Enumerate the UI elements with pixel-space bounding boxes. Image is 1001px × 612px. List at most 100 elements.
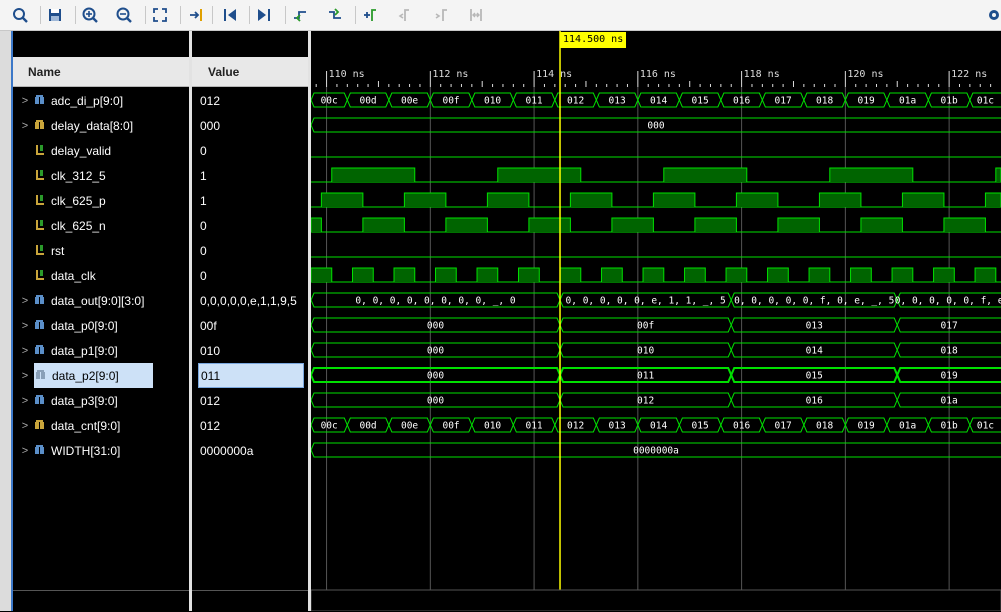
bus-value-label: 010 bbox=[484, 421, 501, 432]
signal-value[interactable]: 0000000a bbox=[200, 438, 306, 463]
save-button[interactable] bbox=[44, 4, 66, 26]
clock-high-pulse bbox=[809, 268, 830, 282]
bus-signal-icon bbox=[34, 95, 47, 106]
signal-name-row[interactable]: clk_625_p bbox=[20, 188, 185, 213]
expand-chevron-icon[interactable]: > bbox=[20, 395, 30, 407]
next-marker-button[interactable] bbox=[430, 4, 452, 26]
go-to-end-button[interactable] bbox=[253, 4, 275, 26]
search-button[interactable] bbox=[9, 4, 31, 26]
next-transition-button[interactable] bbox=[324, 4, 346, 26]
signal-value[interactable]: 1 bbox=[200, 188, 306, 213]
clock-high-pulse bbox=[736, 193, 778, 207]
waveform-canvas[interactable]: 110 ns 112 ns 114 ns 116 ns 118 ns 120 ns 122 … bbox=[311, 31, 1001, 611]
clock-high-pulse bbox=[570, 193, 612, 207]
bus-value-label: 000 bbox=[427, 396, 444, 407]
expand-chevron-icon[interactable]: > bbox=[20, 320, 30, 332]
wire-signal-icon bbox=[34, 195, 47, 206]
previous-marker-button[interactable] bbox=[395, 4, 417, 26]
signal-name-row[interactable]: > data_cnt[9:0] bbox=[20, 413, 185, 438]
signal-name-row[interactable]: > data_p2[9:0] bbox=[20, 363, 153, 388]
clock-high-pulse bbox=[611, 218, 654, 232]
toolbar-separator bbox=[355, 6, 356, 24]
clock-high-pulse bbox=[975, 268, 996, 282]
go-to-start-button[interactable] bbox=[219, 4, 241, 26]
waveform-scrollbar[interactable] bbox=[311, 589, 1001, 611]
signal-name-row[interactable]: clk_625_n bbox=[20, 213, 185, 238]
signal-value[interactable]: 012 bbox=[200, 88, 306, 113]
expand-chevron-icon[interactable]: > bbox=[20, 370, 30, 382]
expand-chevron-icon[interactable]: > bbox=[20, 95, 30, 107]
signal-value[interactable]: 0 bbox=[200, 138, 306, 163]
signal-value[interactable]: 00f bbox=[200, 313, 306, 338]
toolbar bbox=[0, 0, 1001, 31]
value-column-header[interactable]: Value bbox=[192, 57, 308, 87]
previous-transition-button[interactable] bbox=[289, 4, 311, 26]
signal-name: data_p3[9:0] bbox=[51, 393, 118, 408]
signal-value[interactable]: 011 bbox=[198, 363, 304, 388]
signal-name-row[interactable]: data_clk bbox=[20, 263, 185, 288]
ruler-tick-label: 110 ns bbox=[329, 69, 365, 80]
signal-name-row[interactable]: delay_valid bbox=[20, 138, 185, 163]
add-marker-button[interactable] bbox=[359, 4, 381, 26]
clock-high-pulse bbox=[404, 193, 446, 207]
settings-icon bbox=[989, 10, 999, 20]
waveform-trace[interactable] bbox=[311, 267, 1001, 283]
waveform-trace[interactable]: 0, 0, 0, 0, 0, 0, 0, 0, _, 0 0, 0, 0, 0, … bbox=[311, 292, 1001, 308]
signal-name-row[interactable]: clk_312_5 bbox=[20, 163, 185, 188]
expand-chevron-icon[interactable]: > bbox=[20, 420, 30, 432]
bus-value-label: 013 bbox=[609, 96, 626, 107]
ruler-tick-label: 114 ns bbox=[536, 69, 572, 80]
signal-name-row[interactable]: rst bbox=[20, 238, 185, 263]
zoom-in-button[interactable] bbox=[79, 4, 101, 26]
go-to-end-icon bbox=[258, 9, 270, 21]
clock-high-pulse bbox=[518, 268, 540, 282]
zoom-fit-button[interactable] bbox=[149, 4, 171, 26]
selected-highlight: data_p2[9:0] bbox=[34, 363, 153, 388]
bus-value-label: 00d bbox=[359, 96, 376, 107]
signal-value[interactable]: 0 bbox=[200, 238, 306, 263]
signal-name-row[interactable]: > adc_di_p[9:0] bbox=[20, 88, 185, 113]
swap-cursors-button[interactable] bbox=[465, 4, 487, 26]
signal-name-row[interactable]: > delay_data[8:0] bbox=[20, 113, 185, 138]
expand-chevron-icon[interactable]: > bbox=[20, 295, 30, 307]
signal-name-row[interactable]: > data_p0[9:0] bbox=[20, 313, 185, 338]
signal-value[interactable]: 0 bbox=[200, 213, 306, 238]
bus-signal-icon bbox=[34, 120, 47, 131]
name-column-header[interactable]: Name bbox=[13, 57, 189, 87]
bus-value-label: 015 bbox=[692, 421, 709, 432]
bus-value-label: 017 bbox=[775, 96, 792, 107]
signal-name-row[interactable]: > data_out[9:0][3:0] bbox=[20, 288, 185, 313]
signal-name: delay_valid bbox=[51, 143, 112, 158]
expand-chevron-icon[interactable]: > bbox=[20, 120, 30, 132]
wire-signal-icon bbox=[34, 270, 47, 281]
signal-value[interactable]: 012 bbox=[200, 388, 306, 413]
signal-value[interactable]: 000 bbox=[200, 113, 306, 138]
signal-name-row[interactable]: > WIDTH[31:0] bbox=[20, 438, 185, 463]
clock-high-pulse bbox=[943, 218, 986, 232]
name-pane-scrollbar[interactable] bbox=[13, 590, 189, 612]
settings-button[interactable] bbox=[983, 4, 1001, 26]
bus-value-label: 00f bbox=[442, 96, 459, 107]
expand-chevron-icon[interactable]: > bbox=[20, 345, 30, 357]
signal-name: clk_312_5 bbox=[51, 168, 106, 183]
go-to-cursor-button[interactable] bbox=[185, 4, 207, 26]
signal-name: data_p2[9:0] bbox=[52, 368, 119, 383]
signal-name-row[interactable]: > data_p3[9:0] bbox=[20, 388, 185, 413]
signal-value[interactable]: 0 bbox=[200, 263, 306, 288]
search-icon bbox=[13, 8, 28, 23]
signal-value[interactable]: 1 bbox=[200, 163, 306, 188]
signal-value[interactable]: 010 bbox=[200, 338, 306, 363]
bus-value-label: 013 bbox=[609, 421, 626, 432]
signal-value[interactable]: 0,0,0,0,0,e,1,1,9,5 bbox=[200, 288, 306, 313]
bus-value-label: 0, 0, 0, 0, 0, e, 1, 1, _, 5 bbox=[566, 296, 726, 307]
cursor-time-label: 114.500 ns bbox=[560, 32, 627, 48]
bus-value-label: 00c bbox=[321, 421, 338, 432]
zoom-out-button[interactable] bbox=[113, 4, 135, 26]
bus-value-label: 018 bbox=[816, 421, 833, 432]
expand-chevron-icon[interactable]: > bbox=[20, 445, 30, 457]
side-panel-strip bbox=[0, 31, 11, 611]
signal-value[interactable]: 012 bbox=[200, 413, 306, 438]
value-pane-scrollbar[interactable] bbox=[192, 590, 308, 612]
signal-name-row[interactable]: > data_p1[9:0] bbox=[20, 338, 185, 363]
ruler-tick-label: 116 ns bbox=[640, 69, 676, 80]
